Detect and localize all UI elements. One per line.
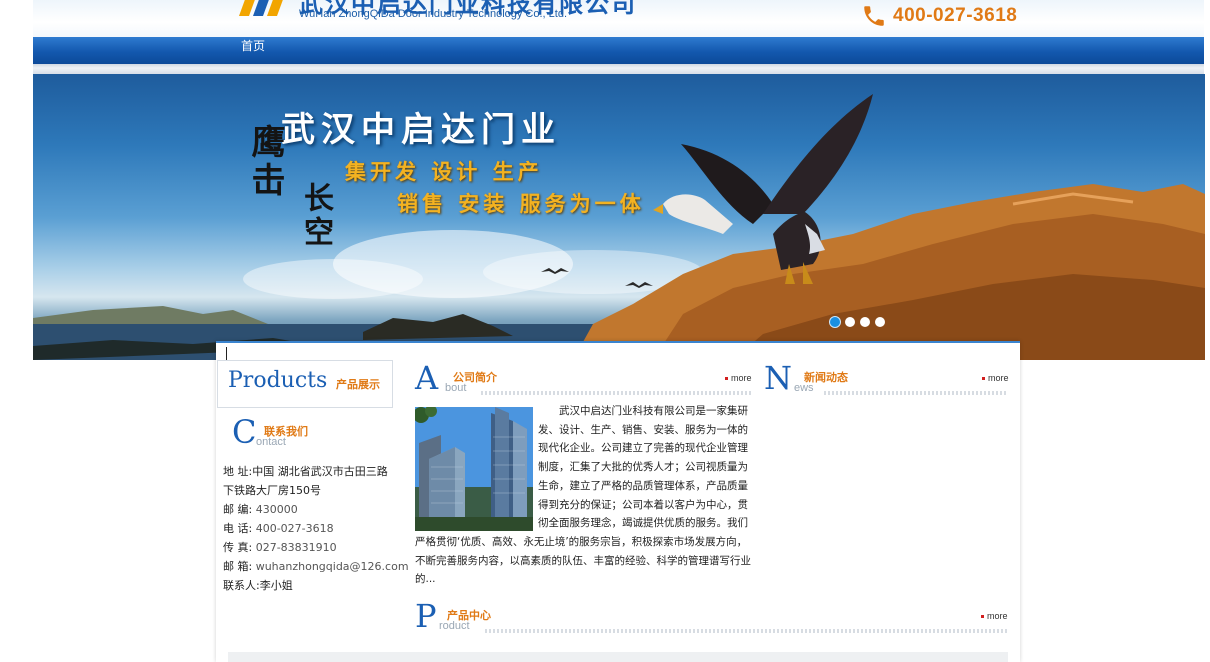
about-rule <box>481 391 752 395</box>
product-center-header: P 产品中心 roduct more <box>415 597 1008 639</box>
nav-item-home[interactable]: 首页 <box>241 37 265 64</box>
fax-value: 027-83831910 <box>255 541 337 554</box>
slide-indicators <box>830 317 885 327</box>
contact-header: C 联系我们 ontact <box>232 413 402 455</box>
product-strip <box>228 652 1008 662</box>
hotline-number: 400-027-3618 <box>893 5 1018 26</box>
slide-dot-3[interactable] <box>860 317 870 327</box>
fax-label: 传 真: <box>223 541 253 554</box>
product-center-more-link[interactable]: more <box>981 611 1008 621</box>
address-value: 中国 湖北省武汉市古田三路 <box>252 465 388 478</box>
postcode-value: 430000 <box>255 503 298 516</box>
text-cursor <box>226 347 227 361</box>
phone-icon <box>864 6 884 26</box>
contact-title-en: ontact <box>256 436 286 448</box>
phone-value: 400-027-3618 <box>255 522 334 535</box>
products-title-cn: 产品展示 <box>336 378 380 391</box>
news-header: N 新闻动态 ews more <box>764 359 1009 401</box>
email-value[interactable]: wuhanzhongqida@126.com <box>256 560 409 573</box>
product-center-letter: P <box>415 597 437 635</box>
company-name-en: WuHan ZhongQiDa Door Industry Technology… <box>299 8 568 20</box>
news-more-link[interactable]: more <box>982 373 1009 383</box>
product-center-title-en: roduct <box>439 620 470 632</box>
hotline: 400-027-3618 <box>861 2 1017 30</box>
contact-letter: C <box>232 413 257 451</box>
slide-dot-1[interactable] <box>830 317 840 327</box>
about-more-link[interactable]: more <box>725 373 752 383</box>
calligraphy-1: 鹰击 <box>245 124 285 200</box>
nav-divider <box>33 64 1204 74</box>
about-description: 武汉中启达门业科技有限公司是一家集研发、设计、生产、销售、安装、服务为一体的现代… <box>415 405 751 586</box>
slide-dot-4[interactable] <box>875 317 885 327</box>
banner-title: 武汉中启达门业 <box>281 110 561 150</box>
company-logo[interactable] <box>237 0 287 16</box>
news-title-en: ews <box>794 382 814 394</box>
about-header: A 公司简介 bout more <box>415 359 752 401</box>
address-label: 地 址: <box>223 465 253 478</box>
contact-person-label: 联系人: <box>223 579 260 592</box>
about-letter: A <box>415 359 439 397</box>
products-panel[interactable]: Products 产品展示 <box>217 360 393 408</box>
products-title-en: Products <box>228 368 328 393</box>
about-title-en: bout <box>445 382 467 394</box>
banner-slogan-2: 销售 安装 服务为一体 <box>397 191 645 216</box>
calligraphy-2: 长空 <box>298 182 333 250</box>
phone-label: 电 话: <box>223 522 253 535</box>
address-value-2: 下铁路大厂房150号 <box>223 484 321 497</box>
contact-person-value: 李小姐 <box>259 579 293 592</box>
email-label: 邮 箱: <box>223 560 253 573</box>
main-nav: 首页 <box>33 37 1204 64</box>
contact-info: 地 址:中国 湖北省武汉市古田三路 下铁路大厂房150号 邮 编: 430000… <box>223 462 409 595</box>
news-rule <box>824 391 1008 395</box>
news-letter: N <box>764 359 792 397</box>
slide-dot-2[interactable] <box>845 317 855 327</box>
site-header: 武汉中启达门业科技有限公司 WuHan ZhongQiDa Door Indus… <box>33 0 1204 37</box>
main-content: Products 产品展示 C 联系我们 ontact 地 址:中国 湖北省武汉… <box>216 341 1020 662</box>
postcode-label: 邮 编: <box>223 503 253 516</box>
hero-banner[interactable]: 武汉中启达门业 集开发 设计 生产 销售 安装 服务为一体 鹰击 长空 <box>33 74 1205 360</box>
product-center-rule <box>485 629 1008 633</box>
banner-slogan-1: 集开发 设计 生产 <box>345 159 543 184</box>
